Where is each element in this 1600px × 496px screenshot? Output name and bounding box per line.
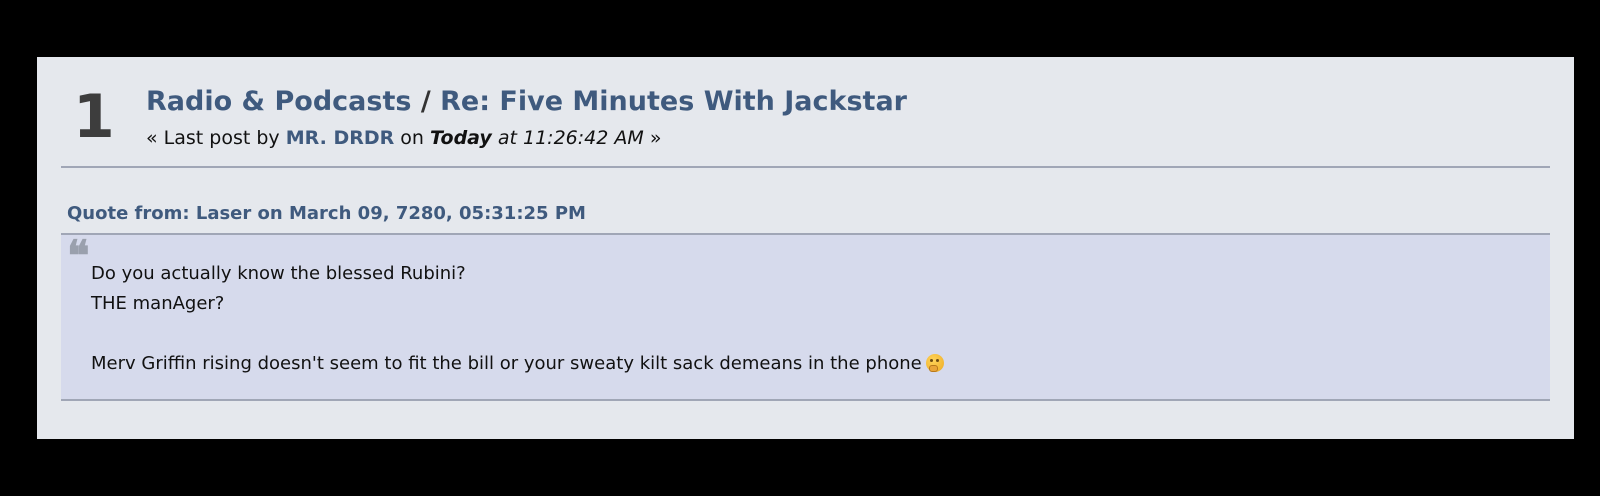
meta-today: Today: [430, 127, 492, 149]
author-link[interactable]: MR. DRDR: [286, 127, 395, 149]
post-number: 1: [73, 82, 115, 152]
meta-prefix: « Last post by: [146, 127, 280, 149]
meta-on: on: [400, 127, 424, 149]
quote-line: THE manAger?: [91, 293, 225, 314]
board-link[interactable]: Radio & Podcasts: [146, 86, 411, 117]
header-divider: [61, 166, 1550, 168]
quote-line: Do you actually know the blessed Rubini?: [91, 263, 466, 284]
post-meta: « Last post by MR. DRDR on Today at 11:2…: [146, 125, 661, 151]
post-title: Radio & Podcasts / Re: Five Minutes With…: [146, 85, 907, 119]
quote-line: [91, 319, 944, 349]
quote-line-text: Merv Griffin rising doesn't seem to fit …: [91, 353, 922, 374]
quote-box: ❝ Do you actually know the blessed Rubin…: [61, 233, 1550, 401]
quote-body: Do you actually know the blessed Rubini?…: [91, 259, 944, 379]
meta-time: at 11:26:42 AM: [497, 127, 644, 149]
quote-header[interactable]: Quote from: Laser on March 09, 7280, 05:…: [67, 202, 586, 226]
topic-link[interactable]: Re: Five Minutes With Jackstar: [440, 86, 907, 117]
quote-line-with-emoji: Merv Griffin rising doesn't seem to fit …: [91, 349, 944, 379]
title-separator: /: [420, 86, 431, 117]
thinking-face-icon: [925, 354, 944, 372]
meta-suffix: »: [649, 127, 662, 149]
quote-mark-icon: ❝: [67, 231, 90, 280]
post-panel: 1 Radio & Podcasts / Re: Five Minutes Wi…: [37, 57, 1574, 439]
